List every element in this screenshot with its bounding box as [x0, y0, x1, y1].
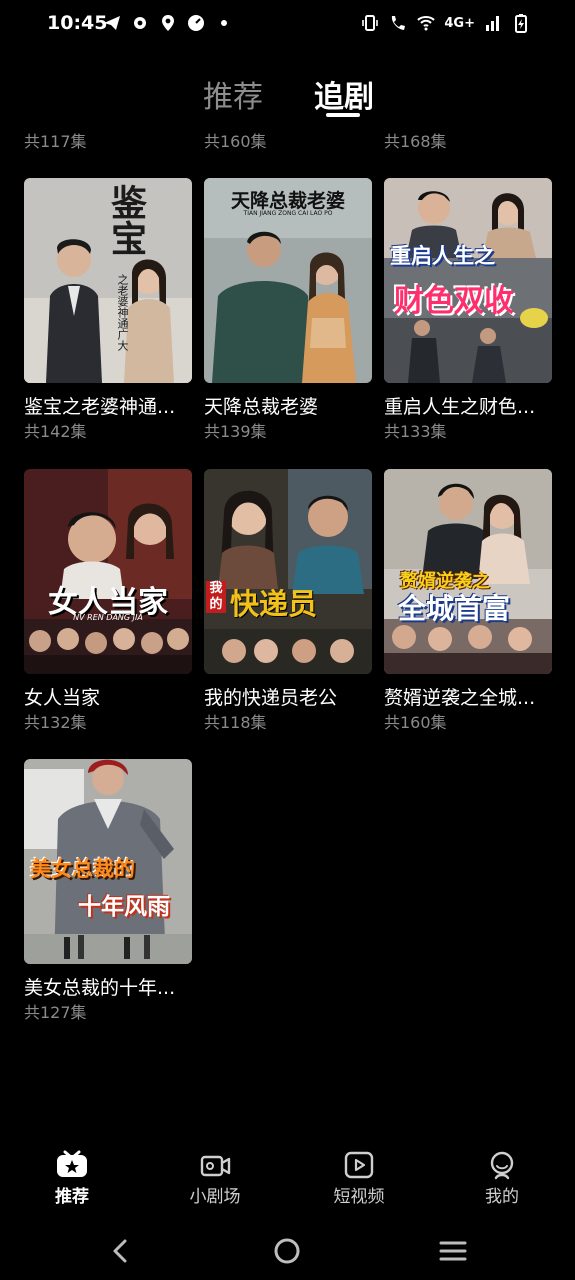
wifi-icon: [417, 16, 436, 31]
episode-count: 共139集: [204, 422, 267, 441]
drama-card[interactable]: 天降总裁老婆 TIAN JIANG ZONG CAI LAO PO 天降总裁老婆…: [204, 178, 372, 443]
poster-title: 天降总裁老婆: [230, 190, 345, 212]
nav-label: 短视频: [333, 1187, 385, 1207]
poster-title: 快递员: [230, 587, 318, 621]
status-right-icons: 4G+: [360, 13, 531, 33]
nav-label: 我的: [485, 1187, 519, 1207]
poster-subtitle: NV REN DANG JIA: [73, 613, 143, 622]
wifi-call-icon: [392, 16, 406, 30]
drama-title[interactable]: 我的快递员老公: [204, 686, 372, 710]
drama-card[interactable]: 我的 快递员 我的快递员老公 共118集: [204, 469, 372, 734]
back-icon[interactable]: [106, 1236, 136, 1266]
episode-count: 共160集: [204, 132, 267, 151]
drama-title[interactable]: 女人当家: [24, 686, 192, 710]
system-nav-bar: [0, 1222, 575, 1280]
drama-title[interactable]: 鉴宝之老婆神通...: [24, 395, 192, 419]
drama-title[interactable]: 赘婿逆袭之全城...: [384, 686, 552, 710]
location-icon: [162, 15, 174, 31]
drama-poster[interactable]: 重启人生之 财色双收: [384, 178, 552, 383]
theater-icon: [200, 1155, 231, 1177]
dot-icon: [221, 20, 227, 26]
episode-count: 共142集: [24, 422, 87, 441]
vibrate-icon: [362, 15, 379, 31]
home-icon[interactable]: [272, 1236, 302, 1266]
nav-profile[interactable]: 我的: [452, 1150, 552, 1207]
drama-poster[interactable]: 美女总裁的 十年风雨: [24, 759, 192, 964]
recommend-icon: [57, 1150, 87, 1177]
profile-icon: [490, 1151, 514, 1180]
short-video-icon: [344, 1151, 374, 1179]
poster-title: 鉴宝: [105, 184, 147, 256]
nav-recommend[interactable]: 推荐: [22, 1150, 122, 1207]
recents-icon[interactable]: [438, 1236, 468, 1266]
tab-follow[interactable]: 追剧: [314, 72, 374, 116]
poster-subtitle: 之老婆神通广大: [116, 274, 129, 351]
active-tab-indicator: [326, 113, 360, 117]
telegram-icon: [104, 16, 120, 30]
signal-icon: [486, 16, 499, 31]
drama-poster[interactable]: 我的 快递员: [204, 469, 372, 674]
top-tabs: 推荐 追剧: [0, 66, 575, 126]
drama-card[interactable]: 鉴宝 之老婆神通广大 鉴宝之老婆神通... 共142集: [24, 178, 192, 443]
drama-title[interactable]: 天降总裁老婆: [204, 395, 372, 419]
drama-poster[interactable]: 女人当家 NV REN DANG JIA: [24, 469, 192, 674]
episode-count: 共132集: [24, 713, 87, 732]
poster-subtitle: 财色双收: [394, 284, 514, 319]
poster-subtitle: TIAN JIANG ZONG CAI LAO PO: [243, 210, 333, 217]
drama-poster[interactable]: 天降总裁老婆 TIAN JIANG ZONG CAI LAO PO: [204, 178, 372, 383]
status-time: 10:45: [47, 12, 108, 34]
nav-label: 推荐: [55, 1187, 89, 1207]
drama-card[interactable]: 重启人生之 财色双收 重启人生之财色... 共133集: [384, 178, 552, 443]
poster-title: 美女总裁的: [30, 857, 135, 881]
nav-short-video[interactable]: 短视频: [309, 1150, 409, 1207]
episode-count: 共168集: [384, 132, 447, 151]
drama-card[interactable]: 美女总裁的 十年风雨 美女总裁的十年... 共127集: [24, 759, 192, 1024]
episode-count: 共127集: [24, 1003, 87, 1022]
poster-subtitle: 我的: [206, 581, 226, 613]
bottom-nav: 推荐 小剧场 短视频 我的: [0, 1140, 575, 1220]
episode-count: 共117集: [24, 132, 87, 151]
episode-count: 共118集: [204, 713, 267, 732]
poster-title: 重启人生之: [390, 244, 495, 268]
drama-title[interactable]: 重启人生之财色...: [384, 395, 552, 419]
drama-poster[interactable]: 赘婿逆袭之 全城首富: [384, 469, 552, 674]
previous-row-counts: 共117集 共160集 共168集: [0, 132, 575, 154]
settings-icon: [134, 17, 146, 29]
drama-poster[interactable]: 鉴宝 之老婆神通广大: [24, 178, 192, 383]
battery-charging-icon: [515, 14, 527, 33]
status-left-icons: [102, 13, 234, 33]
speedometer-icon: [188, 15, 204, 31]
poster-subtitle: 全城首富: [398, 592, 511, 625]
nav-label: 小剧场: [189, 1187, 241, 1207]
drama-card[interactable]: 女人当家 NV REN DANG JIA 女人当家 共132集: [24, 469, 192, 734]
episode-count: 共133集: [384, 422, 447, 441]
nav-theater[interactable]: 小剧场: [165, 1150, 265, 1207]
drama-card[interactable]: 赘婿逆袭之 全城首富 赘婿逆袭之全城... 共160集: [384, 469, 552, 734]
network-label: 4G+: [444, 15, 475, 31]
tab-recommend[interactable]: 推荐: [203, 72, 263, 116]
drama-title[interactable]: 美女总裁的十年...: [24, 976, 192, 1000]
poster-subtitle: 十年风雨: [78, 894, 170, 920]
status-bar: 10:45 4G+: [0, 0, 575, 48]
episode-count: 共160集: [384, 713, 447, 732]
